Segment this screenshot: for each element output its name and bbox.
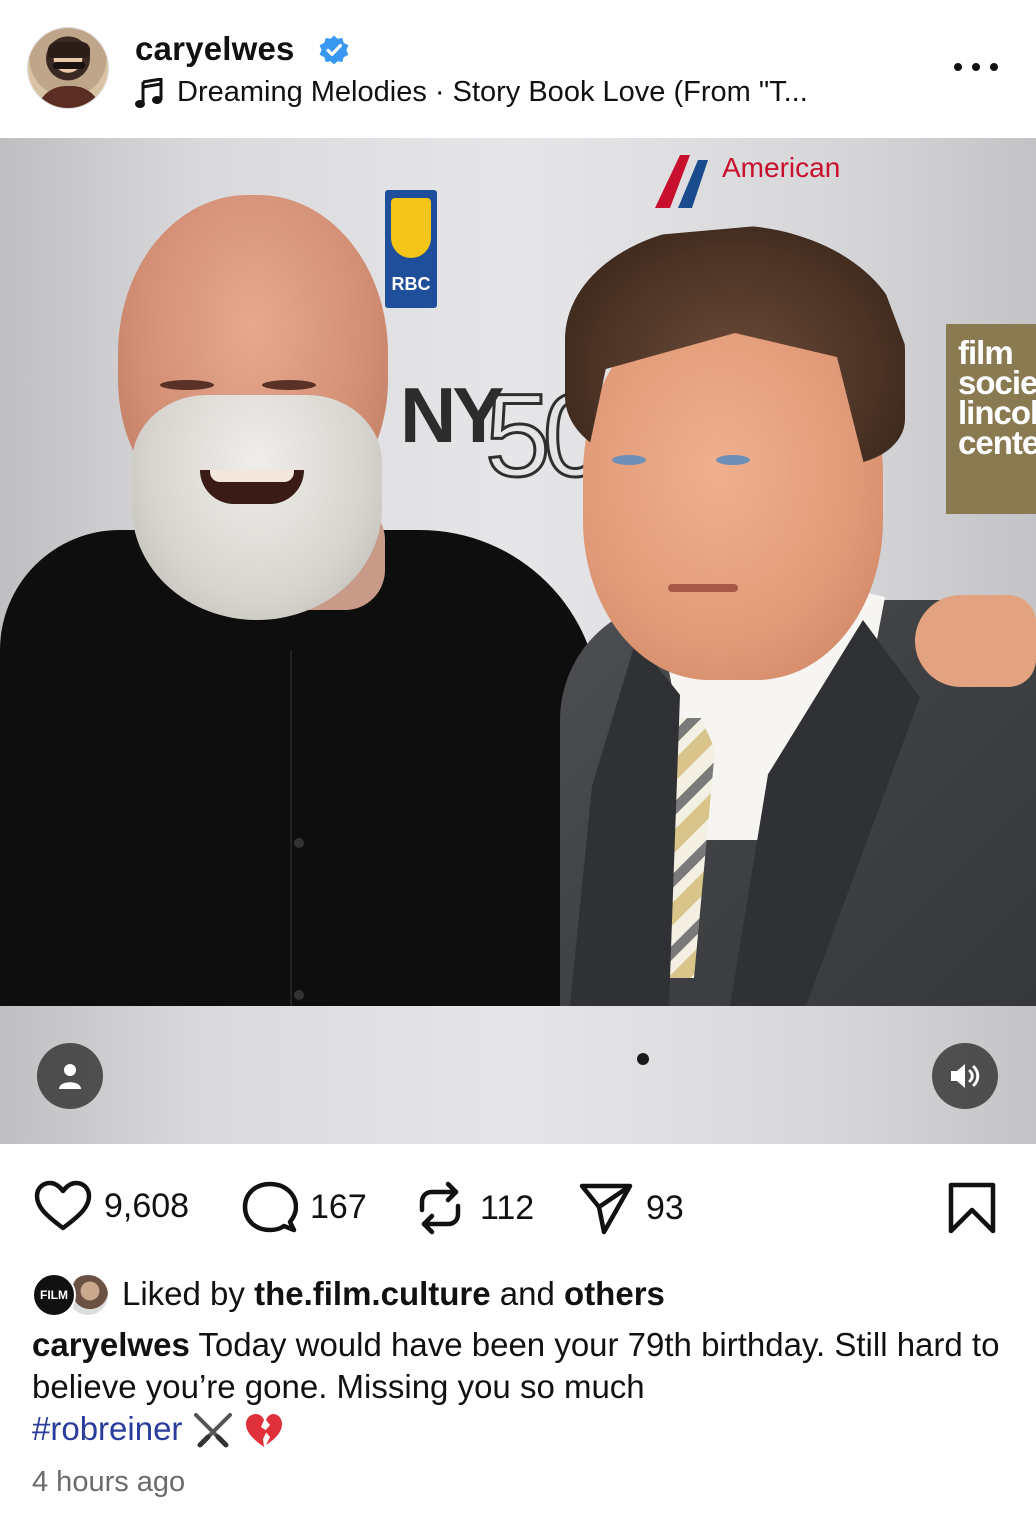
audio-track-label: Dreaming Melodies · Story Book Love (Fro… [177,76,808,108]
broken-heart-icon [245,1414,282,1448]
verified-badge-icon [319,35,349,65]
repost-arrows-icon [419,1181,461,1235]
avatar-mask [53,62,85,69]
reposts-count: 112 [480,1188,535,1227]
caption-hashtag[interactable]: #robreiner [32,1410,182,1447]
tag-people-button[interactable] [37,1043,103,1109]
audio-track[interactable]: Dreaming Melodies · Story Book Love (Fro… [135,76,808,109]
heart-icon [34,1180,92,1231]
profile-avatar[interactable] [27,27,109,109]
avatar-hat [48,42,90,58]
speaker-icon [951,1064,980,1088]
comment-bubble-icon [242,1181,298,1233]
person-left-beard [132,395,382,620]
liker-avatar-film-culture: FILM [32,1273,76,1317]
liked-by-avatars: FILM [32,1271,114,1317]
crossed-swords-icon [193,1413,232,1448]
shares-count: 93 [646,1188,684,1227]
more-options-icon[interactable] [954,58,998,76]
save-button[interactable] [946,1182,998,1239]
bookmark-icon [948,1182,996,1234]
send-paper-plane-icon [579,1183,633,1235]
liked-by-others-link[interactable]: others [564,1275,665,1312]
person-left-hand-on-shoulder [915,595,1036,687]
liked-by-text: Liked by the.film.culture and others [122,1275,665,1312]
like-button[interactable]: 9,608 [34,1180,189,1232]
avatar-body [36,86,102,108]
person-right-eye [716,455,750,465]
person-right-mouth [668,584,738,592]
liked-by-user-link[interactable]: the.film.culture [254,1275,491,1312]
person-right-eye [612,455,646,465]
likes-count: 9,608 [104,1186,190,1225]
post-caption: caryelwes Today would have been your 79t… [32,1324,1012,1451]
person-left-shirt-button [294,990,304,1000]
liked-by-row[interactable]: FILM Liked by the.film.culture and other… [32,1270,665,1318]
comments-count: 167 [310,1187,367,1226]
person-tag-icon [59,1064,81,1089]
american-airlines-text: American [722,152,841,183]
sound-toggle-button[interactable] [932,1043,998,1109]
person-left-eye [160,380,214,390]
american-airlines-logo-icon [655,155,708,208]
person-left-eye [262,380,316,390]
music-note-icon [135,77,163,108]
share-button[interactable]: 93 [578,1180,684,1236]
person-left-teeth [210,470,294,482]
post-photo[interactable]: RBC American NY 50 film socie lincol cen… [0,138,1036,1144]
post-timestamp: 4 hours ago [32,1466,186,1498]
rbc-logo: RBC [385,190,437,308]
repost-button[interactable]: 112 [412,1180,534,1236]
post-header: caryelwes Dreaming Melodies · Story Book… [0,0,1036,138]
comment-button[interactable]: 167 [242,1180,367,1234]
person-left-shirt-placket [290,650,292,1006]
post-username[interactable]: caryelwes [135,30,295,68]
person-right-jacket-button [637,1053,649,1065]
film-society-logo: film socie lincol cente [946,324,1036,514]
person-left-shirt-button [294,838,304,848]
caption-username[interactable]: caryelwes [32,1326,190,1363]
post-actions-bar: 9,608 167 112 93 [0,1144,1036,1264]
